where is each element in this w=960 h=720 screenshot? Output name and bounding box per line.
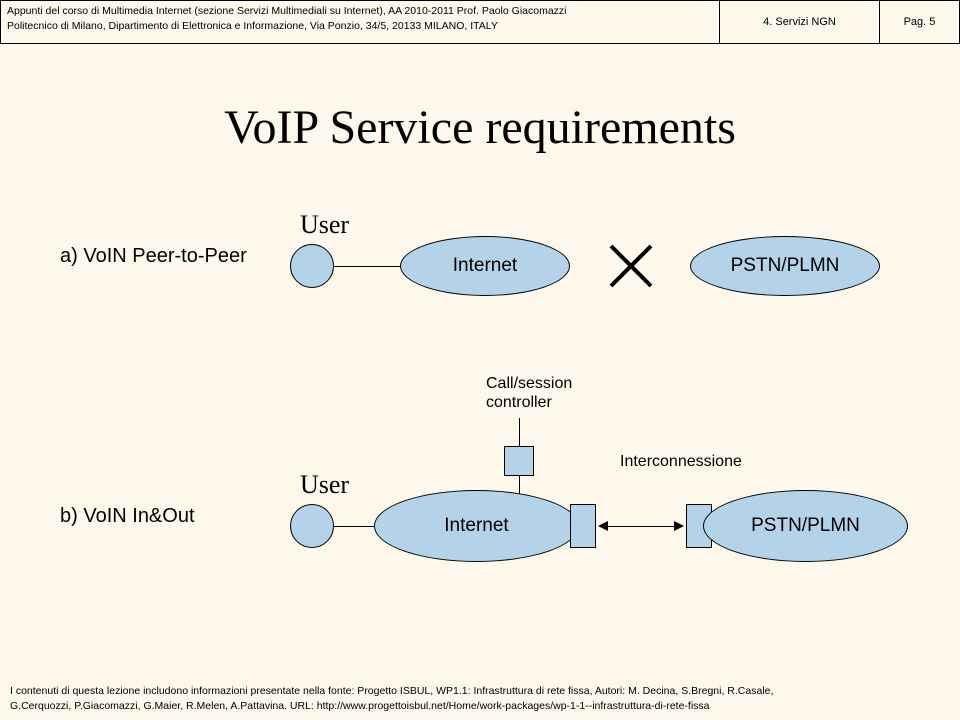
controller-box-icon bbox=[504, 446, 534, 476]
internet-cloud: Internet bbox=[400, 236, 570, 296]
header-affiliation-line: Politecnico di Milano, Dipartimento di E… bbox=[7, 19, 713, 34]
pstn-cloud: PSTN/PLMN bbox=[690, 236, 880, 296]
diagram-a: a) VoIN Peer-to-Peer User Internet PSTN/… bbox=[0, 210, 960, 330]
connector-line bbox=[334, 266, 400, 267]
pstn-label: PSTN/PLMN bbox=[751, 515, 860, 537]
controller-connector bbox=[519, 418, 520, 446]
header-course-line: Appunti del corso di Multimedia Internet… bbox=[7, 4, 713, 19]
user-node-icon bbox=[290, 504, 334, 548]
internet-label: Internet bbox=[444, 515, 508, 537]
no-connection-icon bbox=[605, 240, 657, 292]
diagram-a-label: a) VoIN Peer-to-Peer bbox=[60, 245, 247, 268]
diagram-b-user-label: User bbox=[300, 470, 349, 500]
controller-label: Call/session controller bbox=[486, 374, 572, 412]
footer-line-1: I contenuti di questa lezione includono … bbox=[10, 684, 950, 699]
diagram-b-label: b) VoIN In&Out bbox=[60, 505, 195, 528]
slide-header: Appunti del corso di Multimedia Internet… bbox=[0, 0, 960, 44]
connector-line bbox=[334, 526, 374, 527]
gateway-box-icon bbox=[570, 504, 596, 548]
slide-title: VoIP Service requirements bbox=[0, 100, 960, 155]
slide-footer: I contenuti di questa lezione includono … bbox=[10, 684, 950, 714]
controller-connector bbox=[519, 476, 520, 494]
diagram-a-user-label: User bbox=[300, 210, 349, 240]
internet-label: Internet bbox=[453, 255, 517, 277]
arrow-right-icon bbox=[674, 521, 684, 531]
user-node-icon bbox=[290, 244, 334, 288]
header-page-cell: Pag. 5 bbox=[880, 0, 960, 44]
arrow-left-icon bbox=[598, 521, 608, 531]
header-section-cell: 4. Servizi NGN bbox=[720, 0, 880, 44]
header-left-cell: Appunti del corso di Multimedia Internet… bbox=[0, 0, 720, 44]
header-section: 4. Servizi NGN bbox=[763, 16, 836, 28]
footer-line-2: G.Cerquozzi, P.Giacomazzi, G.Maier, R.Me… bbox=[10, 699, 950, 714]
pstn-cloud: PSTN/PLMN bbox=[703, 490, 908, 562]
internet-cloud: Internet bbox=[374, 490, 579, 562]
header-page: Pag. 5 bbox=[904, 16, 936, 28]
arrow-shaft bbox=[608, 526, 674, 527]
interconn-label: Interconnessione bbox=[620, 452, 742, 471]
pstn-label: PSTN/PLMN bbox=[731, 255, 840, 277]
diagram-b: b) VoIN In&Out Call/session controller I… bbox=[0, 430, 960, 590]
